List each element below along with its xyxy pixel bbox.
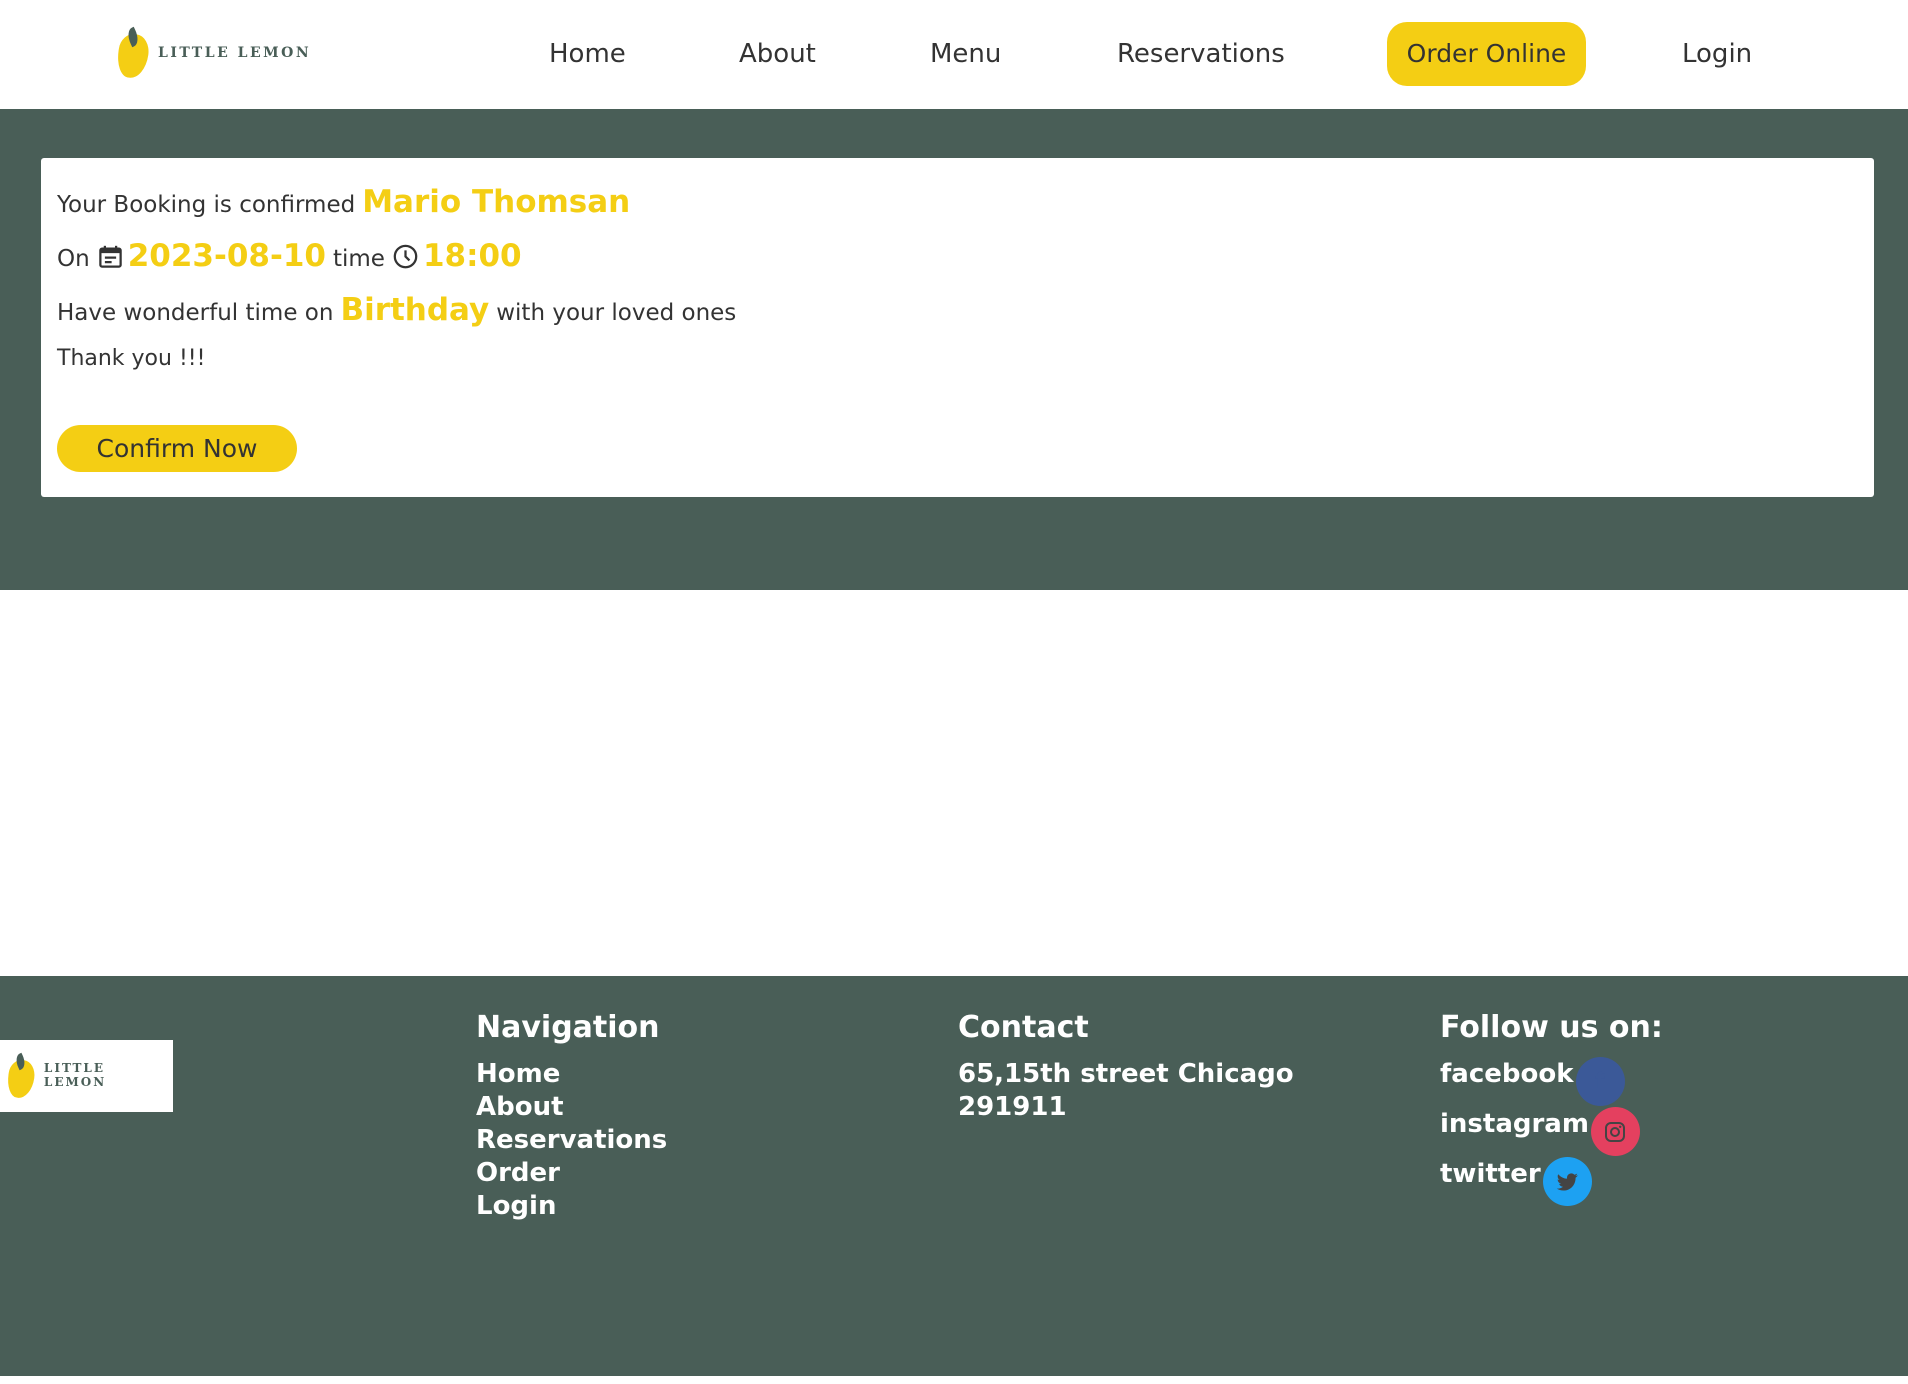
facebook-icon[interactable]: f — [1575, 1057, 1625, 1106]
confirmation-line: Your Booking is confirmed Mario Thomsan — [57, 184, 637, 220]
guest-name: Mario Thomsan — [362, 184, 631, 220]
booking-section: Your Booking is confirmed Mario Thomsan … — [0, 109, 1908, 590]
nav-link-reservations[interactable]: Reservations — [1117, 22, 1285, 86]
wish-suffix: with your loved ones — [496, 300, 737, 326]
booking-date: 2023-08-10 — [127, 238, 326, 274]
social-link-twitter[interactable]: twitter — [1440, 1157, 1663, 1208]
twitter-icon[interactable] — [1542, 1157, 1592, 1206]
time-text: time — [332, 246, 385, 272]
footer-follow-heading: Follow us on: — [1440, 1010, 1663, 1045]
occasion: Birthday — [340, 292, 490, 328]
social-link-facebook[interactable]: facebook f — [1440, 1057, 1663, 1108]
on-text: On — [57, 246, 90, 272]
site-footer: LITTLE LEMON Navigation Home About Reser… — [0, 976, 1908, 1376]
date-time-line: On 2023-08-10 time 18:00 — [57, 238, 529, 274]
header-logo[interactable]: LITTLE LEMON — [115, 26, 312, 80]
footer-link-order[interactable]: Order — [476, 1157, 667, 1190]
footer-link-login[interactable]: Login — [476, 1190, 667, 1223]
footer-link-home[interactable]: Home — [476, 1058, 667, 1091]
booking-confirmation-card: Your Booking is confirmed Mario Thomsan … — [41, 158, 1874, 497]
site-header: LITTLE LEMON Home About Menu Reservation… — [0, 0, 1908, 109]
instagram-icon[interactable] — [1590, 1107, 1640, 1156]
nav-link-home[interactable]: Home — [549, 22, 626, 86]
occasion-line: Have wonderful time on Birthday with you… — [57, 292, 736, 328]
social-label-instagram: instagram — [1440, 1109, 1589, 1139]
footer-social: Follow us on: facebook f instagram twitt… — [1440, 1008, 1663, 1208]
social-label-facebook: facebook — [1440, 1059, 1574, 1089]
clock-icon — [393, 244, 418, 268]
social-label-twitter: twitter — [1440, 1159, 1541, 1189]
wish-prefix: Have wonderful time on — [57, 300, 334, 326]
nav-order-online-button[interactable]: Order Online — [1387, 22, 1586, 86]
booking-time: 18:00 — [422, 238, 522, 274]
footer-contact: Contact 65,15th street Chicago 291911 — [958, 1008, 1294, 1124]
footer-brand-name: LITTLE LEMON — [43, 1061, 107, 1089]
contact-zip: 291911 — [958, 1092, 1067, 1122]
lemon-logo-icon — [115, 26, 151, 80]
confirmation-text: Your Booking is confirmed — [57, 192, 356, 218]
footer-link-reservations[interactable]: Reservations — [476, 1124, 667, 1157]
confirm-now-button[interactable]: Confirm Now — [57, 425, 297, 472]
contact-address: 65,15th street Chicago — [958, 1059, 1294, 1089]
thank-you-text: Thank you !!! — [57, 346, 206, 371]
brand-name: LITTLE LEMON — [158, 45, 312, 61]
calendar-icon — [98, 245, 122, 268]
footer-navigation-heading: Navigation — [476, 1010, 660, 1045]
social-link-instagram[interactable]: instagram — [1440, 1107, 1663, 1158]
footer-logo[interactable]: LITTLE LEMON — [0, 1040, 173, 1112]
nav-link-about[interactable]: About — [739, 22, 816, 86]
footer-link-about[interactable]: About — [476, 1091, 667, 1124]
lemon-logo-icon — [5, 1052, 37, 1100]
footer-navigation: Navigation Home About Reservations Order… — [476, 1008, 667, 1223]
nav-link-menu[interactable]: Menu — [930, 22, 1001, 86]
footer-contact-heading: Contact — [958, 1010, 1089, 1045]
nav-link-login[interactable]: Login — [1682, 22, 1752, 86]
